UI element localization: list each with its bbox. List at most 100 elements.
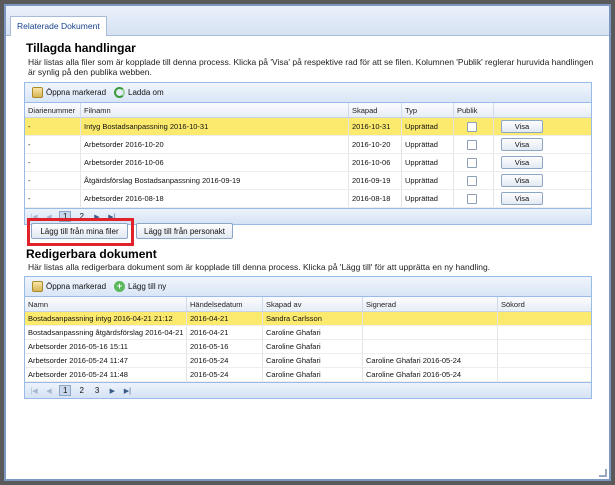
cell-publik [454, 154, 494, 171]
cell-signerad: Caroline Ghafari 2016-05-24 [363, 368, 498, 381]
col-action [494, 103, 591, 117]
col-handelsedatum[interactable]: Händelsedatum [187, 297, 263, 311]
cell-filnamn: Arbetsorder 2016-08-18 [81, 190, 349, 207]
cell-action: Visa [494, 172, 591, 189]
cell-sokord [498, 340, 591, 353]
page-link[interactable]: 2 [76, 386, 86, 395]
cell-signerad: Caroline Ghafari 2016-05-24 [363, 354, 498, 367]
col-sokord[interactable]: Sökord [498, 297, 591, 311]
section-title-added: Tillagda handlingar [26, 41, 136, 55]
visa-button[interactable]: Visa [501, 156, 543, 169]
cell-filnamn: Åtgärdsförslag Bostadsanpassning 2016-09… [81, 172, 349, 189]
cell-diarienummer: - [25, 136, 81, 153]
col-diarienummer[interactable]: Diarienummer [25, 103, 81, 117]
cell-typ: Upprättad [402, 118, 454, 135]
table-row[interactable]: - Intyg Bostadsanpassning 2016-10-31 201… [25, 118, 591, 136]
table-row[interactable]: Arbetsorder 2016-05-24 11:47 2016-05-24 … [25, 354, 591, 368]
resize-handle[interactable] [599, 469, 607, 477]
grid2-header: Namn Händelsedatum Skapad av Signerad Sö… [25, 297, 591, 312]
visa-button[interactable]: Visa [501, 138, 543, 151]
cell-diarienummer: - [25, 190, 81, 207]
cell-skapad-av: Caroline Ghafari [263, 340, 363, 353]
visa-button[interactable]: Visa [501, 174, 543, 187]
cell-datum: 2016-05-24 [187, 368, 263, 381]
col-typ[interactable]: Typ [402, 103, 454, 117]
publik-checkbox[interactable] [467, 157, 477, 168]
cell-skapad: 2016-10-06 [349, 154, 402, 171]
table-row[interactable]: Arbetsorder 2016-05-16 15:11 2016-05-16 … [25, 340, 591, 354]
cell-typ: Upprättad [402, 136, 454, 153]
section-desc-added: Här listas alla filer som är kopplade ti… [28, 57, 608, 77]
next-page-icon[interactable]: ▶ [107, 387, 117, 395]
col-skapad-av[interactable]: Skapad av [263, 297, 363, 311]
section-desc-editable: Här listas alla redigerbara dokument som… [28, 262, 491, 272]
cell-skapad-av: Sandra Carlsson [263, 312, 363, 325]
cell-signerad [363, 340, 498, 353]
added-documents-grid: Öppna markerad Ladda om Diarienummer Fil… [24, 82, 592, 225]
last-page-icon[interactable]: ▶| [122, 387, 132, 395]
grid1-toolbar: Öppna markerad Ladda om [25, 83, 591, 103]
section-title-editable: Redigerbara dokument [26, 247, 157, 261]
table-row[interactable]: Bostadsanpassning åtgärdsförslag 2016-04… [25, 326, 591, 340]
cell-skapad-av: Caroline Ghafari [263, 354, 363, 367]
col-skapad[interactable]: Skapad [349, 103, 402, 117]
page-link[interactable]: 1 [59, 385, 72, 396]
dialog-header: Relaterade Dokument [6, 6, 609, 36]
cell-skapad: 2016-09-19 [349, 172, 402, 189]
open-folder-icon [32, 281, 43, 292]
page-link[interactable]: 3 [92, 386, 102, 395]
open-folder-icon [32, 87, 43, 98]
cell-typ: Upprättad [402, 154, 454, 171]
table-row[interactable]: - Arbetsorder 2016-10-20 2016-10-20 Uppr… [25, 136, 591, 154]
publik-checkbox[interactable] [467, 139, 477, 150]
publik-checkbox[interactable] [467, 193, 477, 204]
open-selected-button[interactable]: Öppna markerad [28, 279, 110, 295]
cell-skapad: 2016-08-18 [349, 190, 402, 207]
col-publik[interactable]: Publik [454, 103, 494, 117]
tab-related-documents[interactable]: Relaterade Dokument [10, 16, 107, 36]
cell-datum: 2016-05-16 [187, 340, 263, 353]
section-desc-line2: är synlig på den publika webben. [28, 67, 152, 77]
publik-checkbox[interactable] [467, 175, 477, 186]
section-desc-line1: Här listas alla filer som är kopplade ti… [28, 57, 594, 67]
cell-action: Visa [494, 118, 591, 135]
table-row[interactable]: Bostadsanpassning intyg 2016-04-21 21:12… [25, 312, 591, 326]
visa-button[interactable]: Visa [501, 120, 543, 133]
plus-icon: + [114, 281, 126, 292]
cell-diarienummer: - [25, 118, 81, 135]
related-documents-dialog: Relaterade Dokument Tillagda handlingar … [4, 4, 611, 481]
cell-diarienummer: - [25, 172, 81, 189]
cell-namn: Arbetsorder 2016-05-16 15:11 [25, 340, 187, 353]
cell-skapad: 2016-10-31 [349, 118, 402, 135]
prev-page-icon[interactable]: ◀ [44, 387, 54, 395]
table-row[interactable]: - Arbetsorder 2016-08-18 2016-08-18 Uppr… [25, 190, 591, 208]
cell-action: Visa [494, 190, 591, 207]
cell-action: Visa [494, 154, 591, 171]
cell-publik [454, 172, 494, 189]
grid2-toolbar: Öppna markerad + Lägg till ny [25, 277, 591, 297]
publik-checkbox[interactable] [467, 121, 477, 132]
cell-sokord [498, 326, 591, 339]
cell-action: Visa [494, 136, 591, 153]
first-page-icon[interactable]: |◀ [29, 387, 39, 395]
grid2-pager: |◀ ◀ 1 2 3 ▶ ▶| [25, 382, 591, 398]
highlight-box [27, 218, 134, 246]
table-row[interactable]: Arbetsorder 2016-05-24 11:48 2016-05-24 … [25, 368, 591, 382]
reload-button[interactable]: Ladda om [110, 85, 168, 101]
open-selected-button[interactable]: Öppna markerad [28, 85, 110, 101]
cell-typ: Upprättad [402, 190, 454, 207]
table-row[interactable]: - Arbetsorder 2016-10-06 2016-10-06 Uppr… [25, 154, 591, 172]
col-namn[interactable]: Namn [25, 297, 187, 311]
cell-skapad-av: Caroline Ghafari [263, 326, 363, 339]
cell-typ: Upprättad [402, 172, 454, 189]
cell-signerad [363, 326, 498, 339]
add-from-contact-button[interactable]: Lägg till från personakt [136, 223, 233, 239]
col-filnamn[interactable]: Filnamn [81, 103, 349, 117]
visa-button[interactable]: Visa [501, 192, 543, 205]
col-signerad[interactable]: Signerad [363, 297, 498, 311]
add-new-button[interactable]: + Lägg till ny [110, 279, 170, 295]
cell-sokord [498, 368, 591, 381]
cell-diarienummer: - [25, 154, 81, 171]
table-row[interactable]: - Åtgärdsförslag Bostadsanpassning 2016-… [25, 172, 591, 190]
cell-namn: Arbetsorder 2016-05-24 11:48 [25, 368, 187, 381]
